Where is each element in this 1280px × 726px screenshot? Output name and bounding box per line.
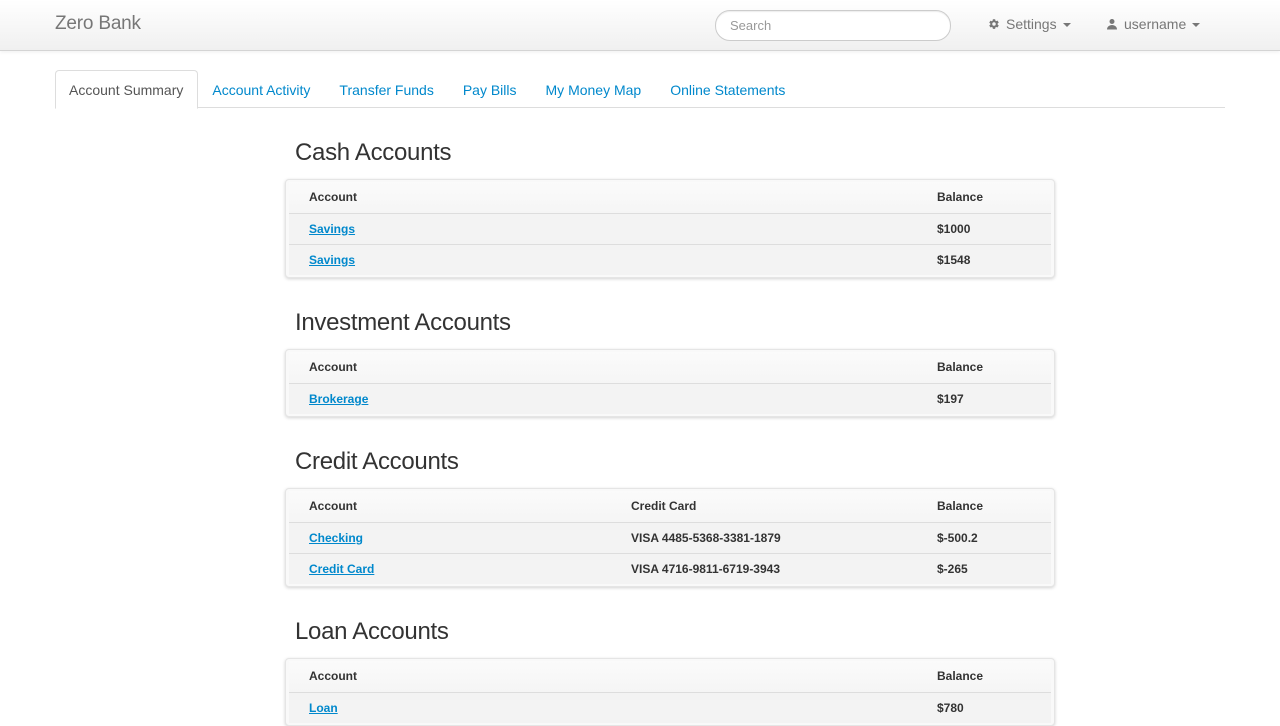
balance-cell: $-500.2	[917, 521, 1051, 553]
tab-account-summary[interactable]: Account Summary	[55, 70, 199, 109]
table-header-row: Account Balance	[289, 352, 1051, 383]
investment-accounts-section: Investment Accounts Account Balance Brok…	[285, 306, 1055, 417]
table-row: Savings $1548	[289, 243, 1051, 275]
column-header-account: Account	[289, 491, 611, 522]
column-header-balance: Balance	[917, 182, 1051, 213]
tab-my-money-map[interactable]: My Money Map	[532, 70, 657, 108]
settings-dropdown[interactable]: Settings	[988, 16, 1071, 32]
tab-transfer-funds[interactable]: Transfer Funds	[325, 70, 448, 108]
investment-accounts-table: Account Balance Brokerage $197	[289, 352, 1051, 414]
table-row: Brokerage $197	[289, 382, 1051, 414]
caret-down-icon	[1062, 22, 1071, 27]
table-header-row: Account Balance	[289, 661, 1051, 692]
section-title: Loan Accounts	[295, 618, 449, 645]
section-title: Cash Accounts	[295, 139, 452, 166]
credit-accounts-board: Account Credit Card Balance Checking VIS…	[285, 488, 1055, 587]
balance-cell: $780	[917, 691, 1051, 723]
table-header-row: Account Balance	[289, 182, 1051, 213]
account-link-credit-card[interactable]: Credit Card	[309, 562, 374, 576]
balance-cell: $1000	[917, 212, 1051, 244]
table-row: Credit Card VISA 4716-9811-6719-3943 $-2…	[289, 552, 1051, 584]
cash-accounts-board: Account Balance Savings $1000 Savings $1…	[285, 179, 1055, 278]
balance-cell: $197	[917, 382, 1051, 414]
main-tabs: Account Summary Account Activity Transfe…	[55, 70, 1225, 109]
cash-accounts-section: Cash Accounts Account Balance Savings $1…	[285, 136, 1055, 278]
loan-accounts-board: Account Balance Loan $780	[285, 658, 1055, 726]
tab-online-statements[interactable]: Online Statements	[656, 70, 800, 108]
column-header-balance: Balance	[917, 661, 1051, 692]
loan-accounts-section: Loan Accounts Account Balance Loan $780	[285, 615, 1055, 726]
table-row: Loan $780	[289, 691, 1051, 723]
account-link-loan[interactable]: Loan	[309, 701, 338, 715]
caret-down-icon	[1192, 22, 1201, 27]
username-label: username	[1124, 16, 1187, 32]
loan-accounts-table: Account Balance Loan $780	[289, 661, 1051, 723]
tab-account-activity[interactable]: Account Activity	[198, 70, 325, 108]
cash-accounts-table: Account Balance Savings $1000 Savings $1…	[289, 182, 1051, 275]
balance-cell: $1548	[917, 243, 1051, 275]
account-link-brokerage[interactable]: Brokerage	[309, 392, 368, 406]
credit-card-cell: VISA 4716-9811-6719-3943	[611, 552, 917, 584]
user-icon	[1106, 18, 1118, 30]
top-navbar: Zero Bank Settings username	[0, 0, 1280, 51]
user-dropdown[interactable]: username	[1106, 16, 1201, 32]
credit-accounts-section: Credit Accounts Account Credit Card Bala…	[285, 445, 1055, 587]
column-header-account: Account	[289, 182, 917, 213]
table-row: Checking VISA 4485-5368-3381-1879 $-500.…	[289, 521, 1051, 553]
account-link-savings[interactable]: Savings	[309, 253, 355, 267]
section-title: Credit Accounts	[295, 448, 459, 475]
column-header-account: Account	[289, 661, 917, 692]
brand-logo[interactable]: Zero Bank	[55, 13, 141, 35]
column-header-account: Account	[289, 352, 917, 383]
search-input[interactable]	[715, 10, 951, 41]
section-title: Investment Accounts	[295, 309, 511, 336]
account-link-checking[interactable]: Checking	[309, 531, 363, 545]
investment-accounts-board: Account Balance Brokerage $197	[285, 349, 1055, 417]
gear-icon	[988, 18, 1000, 30]
table-row: Savings $1000	[289, 212, 1051, 244]
table-header-row: Account Credit Card Balance	[289, 491, 1051, 522]
balance-cell: $-265	[917, 552, 1051, 584]
credit-accounts-table: Account Credit Card Balance Checking VIS…	[289, 491, 1051, 584]
account-link-savings[interactable]: Savings	[309, 222, 355, 236]
column-header-credit-card: Credit Card	[611, 491, 917, 522]
credit-card-cell: VISA 4485-5368-3381-1879	[611, 521, 917, 553]
column-header-balance: Balance	[917, 352, 1051, 383]
tab-pay-bills[interactable]: Pay Bills	[449, 70, 532, 108]
column-header-balance: Balance	[917, 491, 1051, 522]
settings-label: Settings	[1006, 16, 1057, 32]
